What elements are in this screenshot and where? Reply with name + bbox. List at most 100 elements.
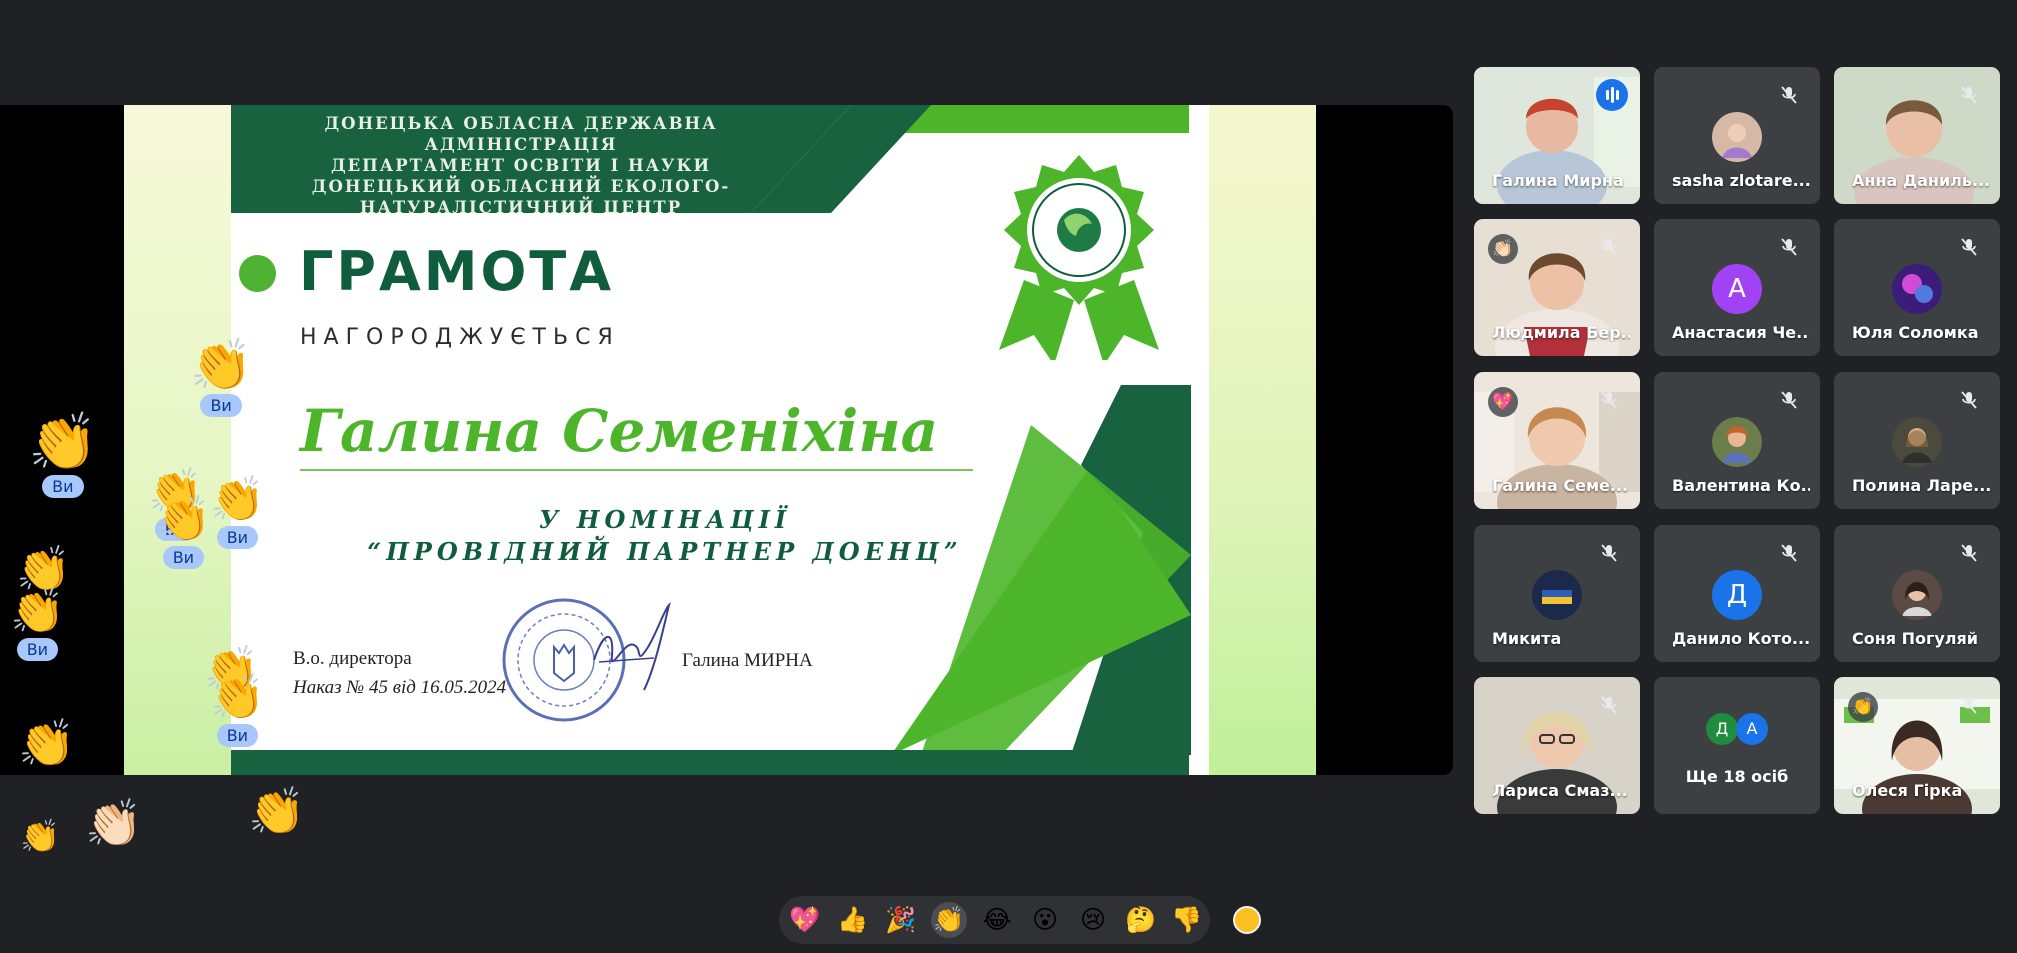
signature-mark bbox=[593, 601, 671, 691]
participant-name: Анна Даниль... bbox=[1852, 171, 1990, 190]
participant-tile-valentyna[interactable]: Валентина Ко... bbox=[1654, 372, 1820, 509]
participant-tile-olesia[interactable]: 👏 Олеся Гірка bbox=[1834, 677, 2000, 814]
thumbs-up-reaction-button[interactable]: 👍 bbox=[835, 902, 871, 938]
director-label: В.о. директора bbox=[293, 648, 412, 669]
clap-icon: 👏 bbox=[20, 817, 60, 855]
avatar bbox=[1712, 417, 1762, 467]
order-line: Наказ № 45 від 16.05.2024 bbox=[293, 677, 507, 698]
reaction-bar: 💖 👍 🎉 👏 😂 😮 😢 🤔 👎 bbox=[779, 896, 1210, 944]
reaction-sender-pill: Ви bbox=[216, 724, 259, 747]
participant-name: Галина Мирна bbox=[1492, 171, 1624, 190]
skin-tone-button[interactable] bbox=[1233, 906, 1261, 934]
floating-reaction: 👏🏻 bbox=[85, 800, 142, 846]
participant-tile-galyna-myrna[interactable]: Галина Мирна bbox=[1474, 67, 1640, 204]
avatar bbox=[1532, 570, 1582, 620]
raised-hand-icon: 👏🏻 bbox=[1488, 234, 1518, 264]
reaction-sender-pill: Ви bbox=[162, 546, 205, 569]
reaction-sender-pill: Ви bbox=[42, 475, 84, 498]
name-underline bbox=[300, 469, 973, 471]
awarded-label: НАГОРОДЖУЄТЬСЯ bbox=[300, 325, 620, 350]
mic-off-icon bbox=[1961, 391, 1977, 409]
participant-tile-sasha[interactable]: sasha zlotare... bbox=[1654, 67, 1820, 204]
heart-reaction-button[interactable]: 💖 bbox=[787, 902, 823, 938]
floating-reaction: 👏 Ви bbox=[10, 590, 65, 661]
participant-name: Данило Котo... bbox=[1672, 629, 1810, 648]
certificate-title: ГРАМОТА bbox=[299, 240, 615, 303]
mic-off-icon bbox=[1601, 544, 1617, 562]
avatar: А bbox=[1736, 713, 1768, 745]
clap-icon: 👏 bbox=[28, 410, 98, 475]
participant-name: Полина Ларе... bbox=[1852, 476, 1990, 495]
participant-name: Людмила Бер... bbox=[1492, 323, 1630, 342]
participant-tile-anna[interactable]: Анна Даниль... bbox=[1834, 67, 2000, 204]
floating-reaction: 👏 bbox=[248, 788, 305, 834]
party-reaction-button[interactable]: 🎉 bbox=[883, 902, 919, 938]
slide-right-edge bbox=[1209, 105, 1316, 775]
floating-reaction: 👏 Ви bbox=[190, 340, 252, 417]
reaction-sender-pill: Ви bbox=[216, 526, 259, 549]
meeting-stage: ДОНЕЦЬКА ОБЛАСНА ДЕРЖАВНА АДМІНІСТРАЦІЯ … bbox=[0, 0, 2017, 953]
mic-off-icon bbox=[1781, 86, 1797, 104]
participant-name: Микита bbox=[1492, 629, 1562, 648]
participant-name: Лариса Смаз... bbox=[1492, 781, 1628, 800]
floating-reaction: 👏 Ви bbox=[28, 415, 98, 498]
sad-reaction-button[interactable]: 😢 bbox=[1075, 902, 1111, 938]
mic-off-icon bbox=[1961, 696, 1977, 714]
participant-tile-liudmyla[interactable]: 👏🏻 Людмила Бер... bbox=[1474, 219, 1640, 356]
floating-reaction: 👏 bbox=[18, 720, 75, 766]
clap-icon: 👏 bbox=[210, 474, 265, 525]
raised-hand-icon: 💖 bbox=[1488, 387, 1518, 417]
more-participants-count: Ще 18 осіб bbox=[1685, 767, 1789, 786]
floating-reaction: 👏 Ви bbox=[210, 676, 265, 747]
participant-tile-larysa[interactable]: Лариса Смаз... bbox=[1474, 677, 1640, 814]
title-dot bbox=[239, 255, 276, 292]
clap-icon: 👏 bbox=[210, 672, 265, 723]
signer-name: Галина МИРНА bbox=[682, 650, 813, 671]
participant-name: Галина Семе... bbox=[1492, 476, 1629, 495]
avatar bbox=[1892, 570, 1942, 620]
avatar: Д bbox=[1706, 713, 1738, 745]
participant-name: sasha zlotare... bbox=[1672, 171, 1810, 190]
mic-off-icon bbox=[1781, 238, 1797, 256]
certificate-slide: ДОНЕЦЬКА ОБЛАСНА ДЕРЖАВНА АДМІНІСТРАЦІЯ … bbox=[124, 105, 1316, 775]
laugh-reaction-button[interactable]: 😂 bbox=[979, 902, 1015, 938]
avatar: А bbox=[1712, 264, 1762, 314]
header-line-2: ДЕПАРТАМЕНТ ОСВІТИ І НАУКИ bbox=[330, 156, 712, 175]
raised-hand-icon: 👏 bbox=[1848, 692, 1878, 722]
participant-name: Валентина Ко... bbox=[1672, 476, 1810, 495]
participant-tile-yulia[interactable]: Юля Соломка bbox=[1834, 219, 2000, 356]
more-participants-tile[interactable]: Д А Ще 18 осіб bbox=[1654, 677, 1820, 814]
mic-off-icon bbox=[1601, 238, 1617, 256]
mic-off-icon bbox=[1781, 391, 1797, 409]
header-text: ДОНЕЦЬКА ОБЛАСНА ДЕРЖАВНА АДМІНІСТРАЦІЯ … bbox=[231, 113, 811, 218]
mic-off-icon bbox=[1961, 238, 1977, 256]
participant-tile-mykyta[interactable]: Микита bbox=[1474, 525, 1640, 662]
award-badge-icon bbox=[999, 155, 1159, 360]
avatar bbox=[1712, 112, 1762, 162]
clap-reaction-button[interactable]: 👏 bbox=[931, 902, 967, 938]
recipient-name: Галина Семеніхіна bbox=[300, 397, 939, 465]
surprised-reaction-button[interactable]: 😮 bbox=[1027, 902, 1063, 938]
avatar bbox=[1892, 417, 1942, 467]
mic-off-icon bbox=[1961, 86, 1977, 104]
thumbs-down-reaction-button[interactable]: 👎 bbox=[1169, 902, 1205, 938]
clap-icon: 👏 bbox=[156, 494, 211, 545]
speaking-indicator-icon bbox=[1596, 79, 1628, 111]
participant-name: Олеся Гірка bbox=[1852, 781, 1963, 800]
participant-tile-danylo[interactable]: Д Данило Котo... bbox=[1654, 525, 1820, 662]
participant-name: Анастасия Че... bbox=[1672, 323, 1810, 342]
participant-tile-polyna[interactable]: Полина Ларе... bbox=[1834, 372, 2000, 509]
avatar: Д bbox=[1712, 570, 1762, 620]
header-line-4: НАТУРАЛІСТИЧНИЙ ЦЕНТР bbox=[359, 198, 683, 217]
mic-off-icon bbox=[1781, 544, 1797, 562]
header-line-1: ДОНЕЦЬКА ОБЛАСНА ДЕРЖАВНА АДМІНІСТРАЦІЯ bbox=[324, 114, 718, 154]
participant-name: Юля Соломка bbox=[1852, 323, 1979, 342]
clap-light-skin-icon: 👏🏻 bbox=[85, 796, 143, 850]
participant-tile-galyna-semenikhina[interactable]: 💖 Галина Семе... bbox=[1474, 372, 1640, 509]
participant-tile-sonia[interactable]: Соня Погуляй bbox=[1834, 525, 2000, 662]
reaction-sender-pill: Ви bbox=[16, 638, 59, 661]
thinking-reaction-button[interactable]: 🤔 bbox=[1123, 902, 1159, 938]
avatar bbox=[1892, 264, 1942, 314]
bottom-band bbox=[231, 750, 1189, 775]
participant-tile-anastasiia[interactable]: А Анастасия Че... bbox=[1654, 219, 1820, 356]
